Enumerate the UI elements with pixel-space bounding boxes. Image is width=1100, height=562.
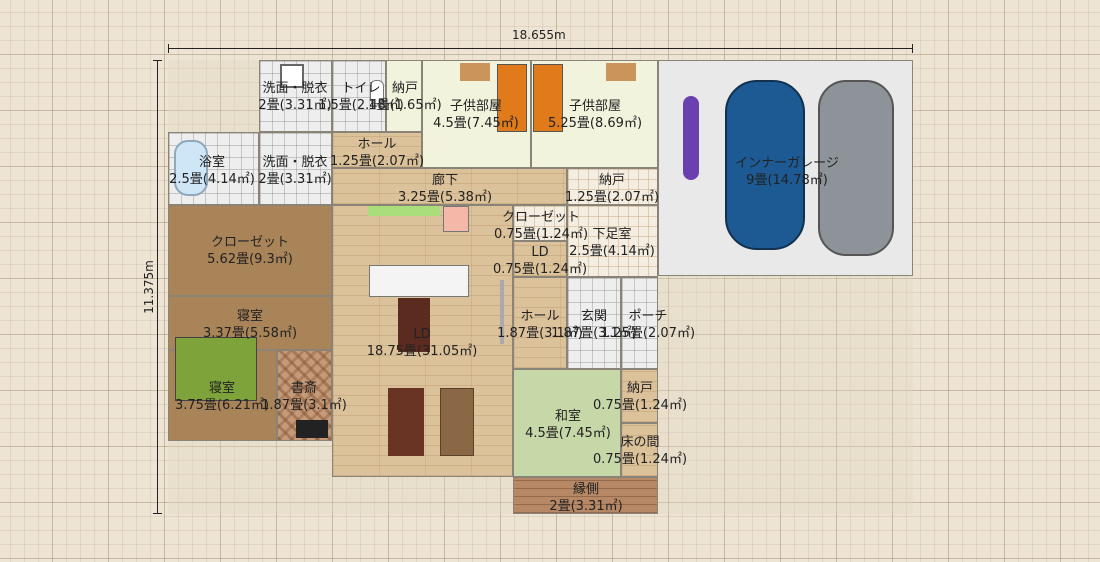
height-dimension-line [157,60,158,514]
room-closet-big[interactable] [168,205,332,296]
room-engawa[interactable] [513,477,658,514]
partition-icon [500,280,504,344]
room-storage-top[interactable] [386,60,422,132]
fridge-icon [443,206,469,232]
room-ld-small[interactable] [513,241,567,277]
motorcycle-icon [683,96,699,180]
height-dimension-label: 11.375m [141,260,156,314]
kitchen-counter-icon [369,265,469,297]
bed-icon-kids2 [533,64,563,132]
shelf-icon-corridor [368,206,440,216]
washing-machine-icon [280,64,304,88]
sofa-icon [440,388,474,456]
room-shoes[interactable] [567,205,658,277]
dining-table-icon [398,298,430,352]
desk-icon-kids2 [606,63,636,81]
room-storage-jp[interactable] [621,369,658,423]
desk-icon-kids1 [460,63,490,81]
height-dimension-tick-top [153,60,162,61]
car-icon-silver [818,80,894,256]
room-storage-mid[interactable] [567,168,658,205]
toilet-icon [370,80,384,104]
car-icon-blue [725,80,805,250]
room-washitsu[interactable] [513,369,621,477]
room-porch[interactable] [621,277,658,369]
room-tokonoma[interactable] [621,423,658,477]
room-genkan[interactable] [567,277,621,369]
room-hall-top[interactable] [332,132,422,168]
room-wash-mid[interactable] [259,132,332,205]
width-dimension-label: 18.655m [512,28,566,42]
coffee-table-icon [388,388,424,456]
bed-icon-kids1 [497,64,527,132]
room-corridor[interactable] [332,168,567,205]
room-closet-ld[interactable] [513,205,567,241]
desk-icon-study [296,420,328,438]
bathtub-icon [174,140,208,196]
width-dimension-line [168,48,913,49]
width-dimension-tick-left [168,44,169,53]
bed-icon-bedroom [175,337,257,401]
width-dimension-tick-right [912,44,913,53]
room-hall-entry[interactable] [513,277,567,369]
height-dimension-tick-bottom [153,513,162,514]
